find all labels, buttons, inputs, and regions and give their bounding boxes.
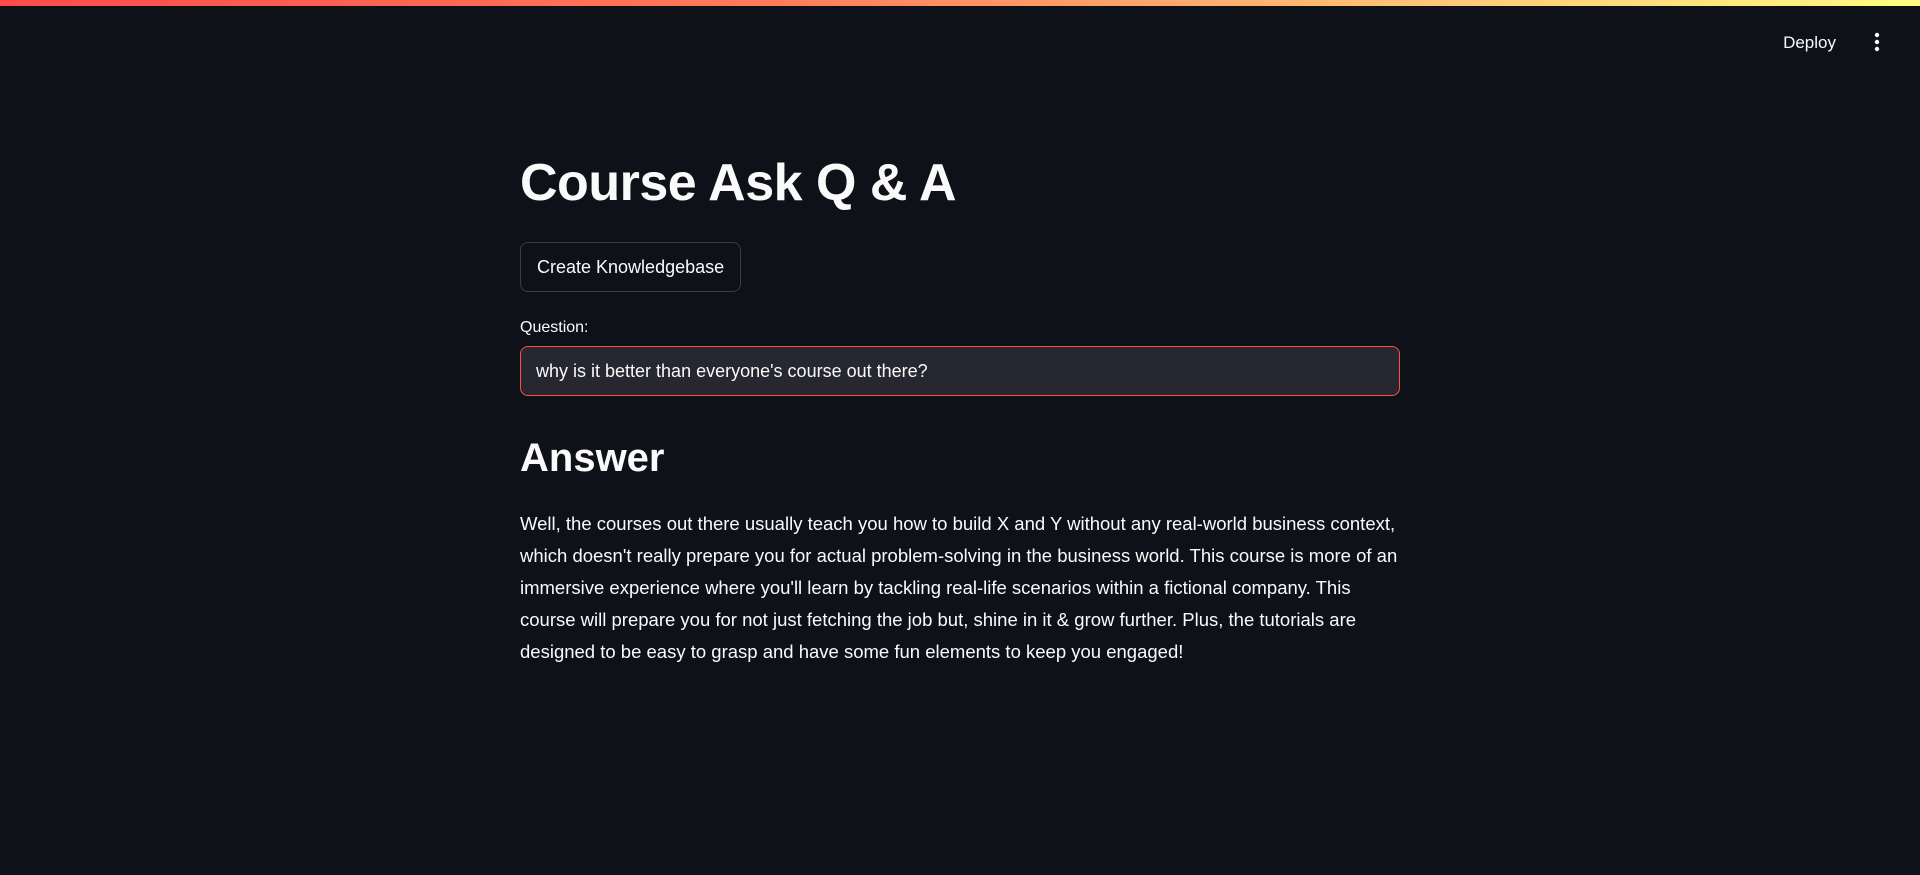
create-knowledgebase-button[interactable]: Create Knowledgebase [520,242,742,292]
question-input[interactable] [520,346,1400,396]
page-title: Course Ask Q & A [520,154,957,212]
main-menu-button[interactable] [1860,26,1894,60]
question-label: Question: [520,319,589,336]
app-toolbar: Deploy [1773,22,1894,64]
deploy-button[interactable]: Deploy [1773,25,1846,61]
top-decoration-bar [0,0,1920,6]
vertical-ellipsis-icon [1874,32,1880,55]
answer-text: Well, the courses out there usually teac… [520,513,1398,662]
answer-heading: Answer [520,436,665,480]
main-content: Course Ask Q & A Create Knowledgebase Qu… [520,140,1400,668]
